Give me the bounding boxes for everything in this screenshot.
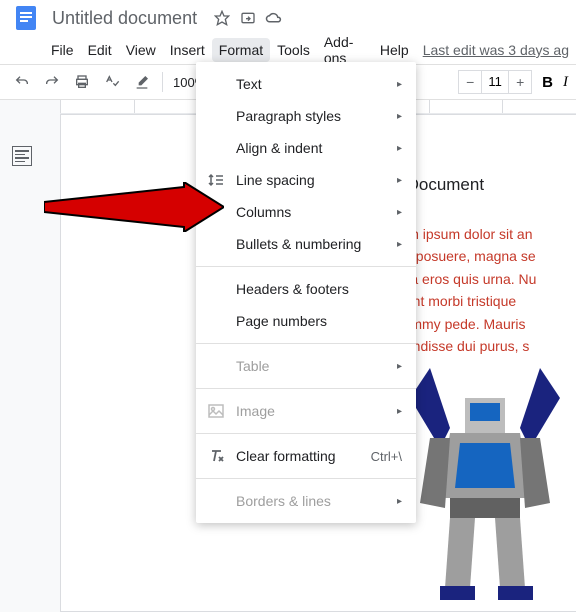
- chevron-right-icon: ▸: [397, 79, 402, 90]
- undo-icon[interactable]: [8, 68, 36, 96]
- menu-headers-footers[interactable]: Headers & footers: [196, 273, 416, 305]
- menu-line-spacing[interactable]: Line spacing▸: [196, 164, 416, 196]
- cloud-icon[interactable]: [265, 9, 283, 27]
- doc-title[interactable]: Untitled document: [52, 8, 197, 29]
- chevron-right-icon: ▸: [397, 175, 402, 186]
- font-size-increase[interactable]: +: [509, 74, 531, 90]
- chevron-right-icon: ▸: [397, 143, 402, 154]
- chevron-right-icon: ▸: [397, 496, 402, 507]
- outline-icon[interactable]: [12, 146, 32, 166]
- bold-button[interactable]: B: [542, 74, 553, 91]
- clear-format-icon: [208, 448, 224, 464]
- font-size-control: − 11 +: [458, 70, 532, 94]
- menu-columns[interactable]: Columns▸: [196, 196, 416, 228]
- menu-insert[interactable]: Insert: [163, 38, 212, 62]
- menu-align-indent[interactable]: Align & indent▸: [196, 132, 416, 164]
- menu-edit[interactable]: Edit: [81, 38, 119, 62]
- menu-view[interactable]: View: [119, 38, 163, 62]
- redo-icon[interactable]: [38, 68, 66, 96]
- menu-help[interactable]: Help: [373, 38, 416, 62]
- chevron-right-icon: ▸: [397, 207, 402, 218]
- menubar: File Edit View Insert Format Tools Add-o…: [0, 36, 576, 64]
- annotation-arrow: [44, 182, 224, 232]
- format-dropdown: Text▸ Paragraph styles▸ Align & indent▸ …: [196, 62, 416, 523]
- spellcheck-icon[interactable]: [98, 68, 126, 96]
- menu-borders-lines: Borders & lines▸: [196, 485, 416, 517]
- menu-paragraph-styles[interactable]: Paragraph styles▸: [196, 100, 416, 132]
- move-icon[interactable]: [239, 9, 257, 27]
- paint-icon[interactable]: [128, 68, 156, 96]
- separator: [196, 478, 416, 479]
- separator: [162, 72, 163, 92]
- docs-logo[interactable]: [8, 0, 44, 36]
- separator: [196, 266, 416, 267]
- chevron-right-icon: ▸: [397, 406, 402, 417]
- menu-table: Table▸: [196, 350, 416, 382]
- menu-bullets-numbering[interactable]: Bullets & numbering▸: [196, 228, 416, 260]
- menu-image: Image▸: [196, 395, 416, 427]
- menu-file[interactable]: File: [44, 38, 81, 62]
- italic-button[interactable]: I: [563, 74, 568, 91]
- font-size-decrease[interactable]: −: [459, 74, 481, 90]
- menu-page-numbers[interactable]: Page numbers: [196, 305, 416, 337]
- separator: [196, 388, 416, 389]
- menu-tools[interactable]: Tools: [270, 38, 317, 62]
- chevron-right-icon: ▸: [397, 111, 402, 122]
- separator: [196, 433, 416, 434]
- robot-image: [400, 368, 570, 608]
- chevron-right-icon: ▸: [397, 239, 402, 250]
- last-edit-status[interactable]: Last edit was 3 days ag: [416, 38, 576, 62]
- menu-text[interactable]: Text▸: [196, 68, 416, 100]
- image-icon: [208, 403, 224, 419]
- star-icon[interactable]: [213, 9, 231, 27]
- menu-clear-formatting[interactable]: Clear formattingCtrl+\: [196, 440, 416, 472]
- print-icon[interactable]: [68, 68, 96, 96]
- separator: [196, 343, 416, 344]
- chevron-right-icon: ▸: [397, 361, 402, 372]
- menu-format[interactable]: Format: [212, 38, 270, 62]
- font-size-value[interactable]: 11: [481, 71, 509, 93]
